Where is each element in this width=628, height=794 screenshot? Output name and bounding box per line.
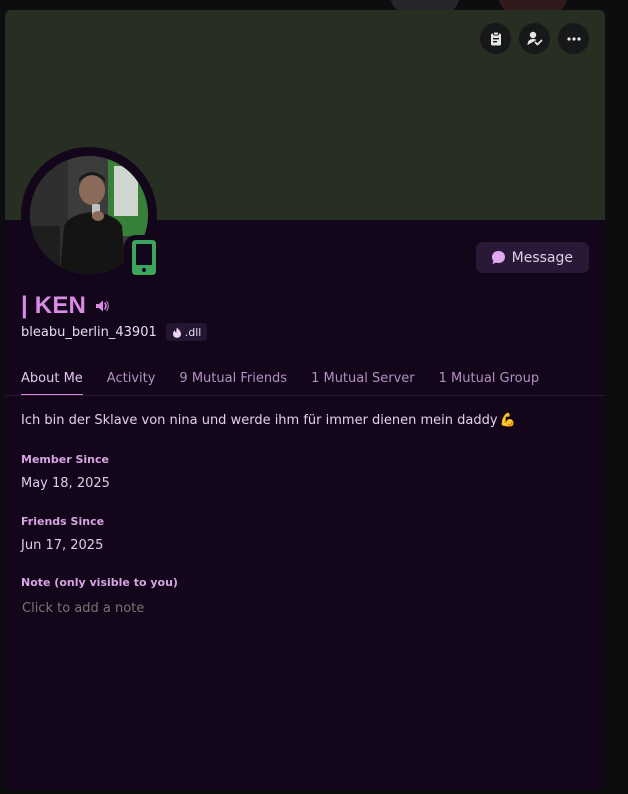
member-since-heading: Member Since	[21, 453, 109, 466]
more-icon	[566, 36, 581, 41]
mobile-status-indicator	[124, 235, 164, 279]
friend-check-icon	[527, 31, 543, 46]
mobile-phone-icon	[132, 239, 156, 275]
member-since-date: May 18, 2025	[21, 476, 110, 491]
app-page: Message | KEN bleabu_berlin_43901 .dll A…	[0, 0, 628, 794]
tab-mutual-group[interactable]: 1 Mutual Group	[439, 371, 539, 396]
speaker-icon[interactable]	[94, 298, 110, 314]
username[interactable]: bleabu_berlin_43901	[21, 325, 157, 340]
friend-status-button[interactable]	[519, 23, 550, 54]
clipboard-button[interactable]	[480, 23, 511, 54]
note-heading: Note (only visible to you)	[21, 576, 178, 589]
username-row: bleabu_berlin_43901 .dll	[21, 323, 208, 341]
tab-activity[interactable]: Activity	[107, 371, 156, 396]
avatar-container[interactable]	[21, 147, 164, 283]
flexed-biceps-emoji: 💪	[499, 413, 516, 428]
message-button[interactable]: Message	[475, 242, 589, 273]
tab-about-me[interactable]: About Me	[21, 371, 83, 396]
more-options-button[interactable]	[558, 23, 589, 54]
bio: Ich bin der Sklave von nina und werde ih…	[21, 413, 516, 428]
chat-bubble-icon	[491, 251, 505, 264]
display-name-row: | KEN	[21, 292, 110, 320]
banner-actions	[480, 23, 589, 54]
user-profile-modal: Message | KEN bleabu_berlin_43901 .dll A…	[5, 10, 605, 790]
tab-mutual-server[interactable]: 1 Mutual Server	[311, 371, 415, 396]
server-tag-badge[interactable]: .dll	[165, 323, 208, 341]
profile-tabs: About Me Activity 9 Mutual Friends 1 Mut…	[21, 371, 539, 396]
server-tag-label: .dll	[184, 325, 202, 339]
fire-icon	[172, 327, 181, 338]
tab-mutual-friends[interactable]: 9 Mutual Friends	[179, 371, 287, 396]
friends-since-date: Jun 17, 2025	[21, 538, 104, 553]
bio-text: Ich bin der Sklave von nina und werde ih…	[21, 413, 498, 428]
tabs-divider	[5, 395, 605, 396]
note-input[interactable]	[21, 601, 583, 616]
display-name: | KEN	[21, 292, 87, 319]
clipboard-icon	[490, 31, 501, 45]
friends-since-heading: Friends Since	[21, 515, 105, 528]
message-button-label: Message	[511, 249, 573, 266]
